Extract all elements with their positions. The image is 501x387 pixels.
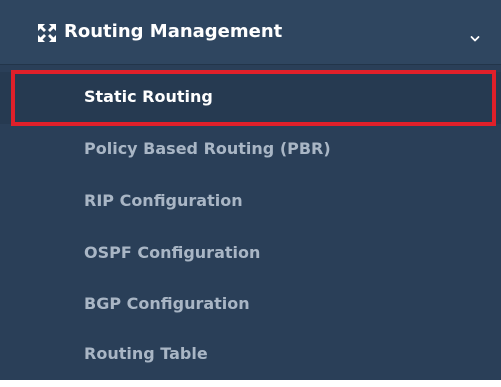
menu-item-label: Policy Based Routing (PBR) bbox=[84, 139, 331, 158]
menu-item-policy-based-routing[interactable]: Policy Based Routing (PBR) bbox=[0, 124, 501, 176]
menu-item-label: Static Routing bbox=[84, 87, 213, 106]
header-title: Routing Management bbox=[64, 21, 283, 42]
routing-sidebar-panel: Routing Management Static Routing Policy… bbox=[0, 0, 501, 387]
routing-management-header[interactable]: Routing Management bbox=[0, 0, 501, 65]
expand-arrows-icon bbox=[37, 23, 57, 43]
menu-item-rip-configuration[interactable]: RIP Configuration bbox=[0, 176, 501, 228]
chevron-down-icon[interactable] bbox=[470, 29, 480, 42]
menu-item-label: BGP Configuration bbox=[84, 294, 250, 313]
menu-item-label: Routing Table bbox=[84, 344, 208, 363]
menu-item-label: RIP Configuration bbox=[84, 191, 243, 210]
menu-item-bgp-configuration[interactable]: BGP Configuration bbox=[0, 279, 501, 331]
menu-item-static-routing[interactable]: Static Routing bbox=[0, 72, 501, 124]
menu-item-routing-table[interactable]: Routing Table bbox=[0, 329, 501, 381]
menu-item-label: OSPF Configuration bbox=[84, 243, 261, 262]
bottom-background-strip bbox=[0, 380, 501, 387]
menu-item-ospf-configuration[interactable]: OSPF Configuration bbox=[0, 228, 501, 280]
